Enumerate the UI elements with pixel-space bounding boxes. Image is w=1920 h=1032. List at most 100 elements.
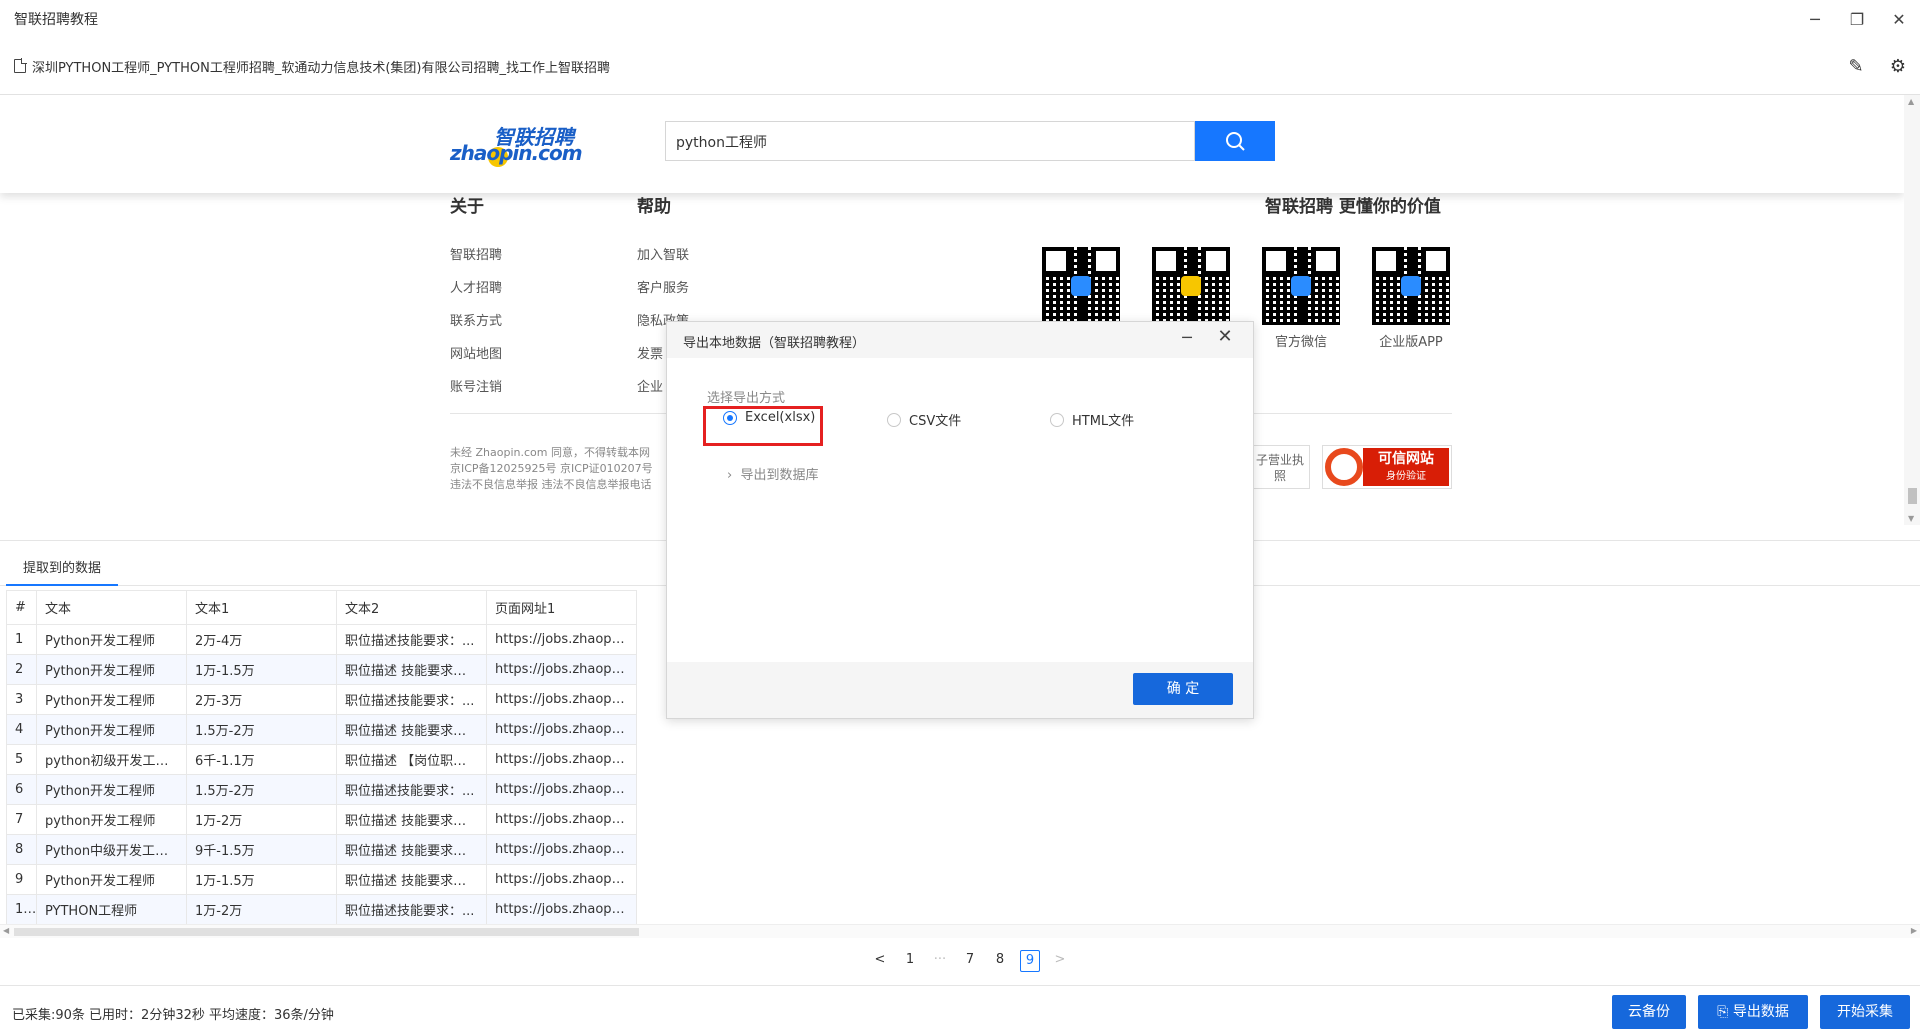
page-button[interactable]: 7 — [960, 950, 980, 972]
table-cell: 6 — [6, 774, 37, 805]
legal-text: 未经 Zhaopin.com 同意，不得转载本网 京ICP备12025925号 … — [450, 446, 653, 491]
page-button-current[interactable]: 9 — [1020, 950, 1040, 972]
horizontal-scrollbar[interactable]: ◀ ▶ — [0, 924, 1920, 938]
qr-caption: 企业版APP — [1379, 335, 1443, 350]
footer-link[interactable]: 智联招聘 — [450, 239, 502, 272]
edit-icon[interactable]: ✎ — [1844, 54, 1868, 78]
next-page-button[interactable]: > — [1050, 950, 1070, 972]
footer-link[interactable]: 网站地图 — [450, 338, 502, 371]
page-button[interactable]: 1 — [900, 950, 920, 972]
footer-about-title: 关于 — [450, 197, 484, 217]
table-row[interactable]: 5 python初级开发工程... 6千-1.1万 职位描述 【岗位职责... http… — [6, 744, 637, 775]
data-table: # 文本 文本1 文本2 页面网址1 1 Python开发工程师 2万-4万 职位描述… — [6, 590, 637, 925]
scroll-thumb[interactable] — [14, 928, 639, 936]
table-row[interactable]: 7 python开发工程师 1万-2万 职位描述 技能要求：... https://jo… — [6, 804, 637, 835]
footer-link[interactable]: 账号注销 — [450, 371, 502, 404]
table-row[interactable]: 3 Python开发工程师 2万-3万 职位描述技能要求：... https://job… — [6, 684, 637, 715]
table-row[interactable]: 9 Python开发工程师 1万-1.5万 职位描述 技能要求：... https://… — [6, 864, 637, 895]
table-cell: 职位描述技能要求：... — [336, 684, 487, 715]
table-cell: 职位描述 技能要求：... — [336, 864, 487, 895]
radio-icon[interactable] — [887, 412, 901, 427]
scroll-thumb[interactable] — [1908, 488, 1917, 504]
export-icon: ⎘ — [1717, 1004, 1733, 1020]
search-button[interactable] — [1195, 121, 1275, 161]
search-input[interactable]: python工程师 — [665, 121, 1195, 161]
page-button[interactable]: 8 — [990, 950, 1010, 972]
trust-badge[interactable]: 可信网站 身份验证 — [1322, 445, 1452, 489]
dialog-title: 导出本地数据（智联招聘教程） — [683, 336, 866, 351]
table-cell: python开发工程师 — [36, 804, 187, 835]
radio-icon[interactable] — [1050, 412, 1064, 427]
page-ellipsis[interactable]: ··· — [930, 950, 950, 972]
close-button[interactable]: ✕ — [1878, 0, 1920, 38]
table-cell: 职位描述 技能要求：... — [336, 654, 487, 685]
chevron-right-icon: › — [727, 468, 741, 483]
table-row[interactable]: 1 Python开发工程师 2万-4万 职位描述技能要求：... https://job… — [6, 624, 637, 655]
table-cell: Python开发工程师 — [36, 684, 187, 715]
minimize-button[interactable]: ─ — [1794, 0, 1836, 38]
footer-link[interactable]: 联系方式 — [450, 305, 502, 338]
table-row[interactable]: 10 PYTHON工程师 1万-2万 职位描述技能要求：... https://jobs… — [6, 894, 637, 925]
table-row[interactable]: 8 Python中级开发工程... 9千-1.5万 职位描述 技能要求：... http… — [6, 834, 637, 865]
table-cell: Python开发工程师 — [36, 714, 187, 745]
status-text: 已采集:90条 已用时：2分钟32秒 平均速度：36条/分钟 — [12, 1008, 334, 1023]
table-cell: 10 — [6, 894, 37, 925]
footer-link[interactable]: 人才招聘 — [450, 272, 502, 305]
table-cell: https://jobs.zhaopin.... — [486, 834, 637, 865]
table-cell: https://jobs.zhaopin.... — [486, 714, 637, 745]
site-slogan: 智联招聘 更懂你的价值 — [1265, 197, 1441, 217]
license-badge[interactable]: 子营业执照 — [1250, 445, 1310, 489]
footer-link[interactable]: 加入智联 — [637, 239, 689, 272]
table-cell: 3 — [6, 684, 37, 715]
table-cell: 2万-4万 — [186, 624, 337, 655]
qr-image — [1042, 247, 1120, 325]
table-cell: 1万-2万 — [186, 894, 337, 925]
tab-extracted-data[interactable]: 提取到的数据 — [6, 552, 118, 586]
vertical-scrollbar[interactable]: ▲ ▼ — [1904, 95, 1920, 525]
qr-caption: 官方微信 — [1274, 335, 1327, 350]
page-icon — [14, 58, 27, 73]
export-dialog: 导出本地数据（智联招聘教程） ─ ✕ 选择导出方式 Excel(xlsx) CS… — [666, 321, 1254, 719]
table-cell: 2万-3万 — [186, 684, 337, 715]
footer-link[interactable]: 客户服务 — [637, 272, 689, 305]
dialog-close-button[interactable]: ✕ — [1213, 326, 1237, 350]
radio-csv[interactable]: CSV文件 — [887, 410, 961, 429]
table-row[interactable]: 2 Python开发工程师 1万-1.5万 职位描述 技能要求：... https://… — [6, 654, 637, 685]
site-logo[interactable]: 智联招聘 zhaopin.com — [450, 125, 583, 169]
export-to-database-link[interactable]: › 导出到数据库 — [727, 464, 818, 483]
cloud-backup-button[interactable]: 云备份 — [1612, 995, 1686, 1029]
search-icon — [1226, 132, 1245, 151]
column-header[interactable]: 文本 — [36, 590, 187, 625]
table-cell: 1.5万-2万 — [186, 714, 337, 745]
table-cell: 职位描述技能要求：... — [336, 894, 487, 925]
radio-excel[interactable]: Excel(xlsx) — [723, 410, 815, 425]
dialog-header: 导出本地数据（智联招聘教程） ─ ✕ — [667, 322, 1253, 358]
radio-html[interactable]: HTML文件 — [1050, 410, 1134, 429]
column-header[interactable]: 页面网址1 — [486, 590, 637, 625]
table-cell: 2 — [6, 654, 37, 685]
table-cell: 9 — [6, 864, 37, 895]
table-cell: https://jobs.zhaopin.... — [486, 774, 637, 805]
table-row[interactable]: 4 Python开发工程师 1.5万-2万 职位描述 技能要求：... https://… — [6, 714, 637, 745]
divider — [0, 985, 1920, 986]
footer-help-title: 帮助 — [637, 197, 671, 217]
table-cell: https://jobs.zhaopin.... — [486, 744, 637, 775]
prev-page-button[interactable]: < — [870, 950, 890, 972]
dialog-minimize-button[interactable]: ─ — [1175, 328, 1199, 352]
table-cell: 9千-1.5万 — [186, 834, 337, 865]
export-data-button[interactable]: ⎘ 导出数据 — [1698, 995, 1808, 1029]
restore-button[interactable]: ❐ — [1836, 0, 1878, 38]
confirm-button[interactable]: 确 定 — [1133, 673, 1233, 705]
table-row[interactable]: 6 Python开发工程师 1.5万-2万 职位描述技能要求：... https://j… — [6, 774, 637, 805]
start-collect-button[interactable]: 开始采集 — [1820, 995, 1910, 1029]
dialog-footer: 确 定 — [667, 662, 1253, 718]
table-cell: https://jobs.zhaopin.... — [486, 864, 637, 895]
gear-icon[interactable]: ⚙ — [1886, 54, 1910, 78]
trust-logo-icon — [1325, 448, 1363, 486]
table-cell: 1万-1.5万 — [186, 864, 337, 895]
page-url[interactable]: 深圳PYTHON工程师_PYTHON工程师招聘_软通动力信息技术(集团)有限公司… — [32, 57, 610, 76]
column-header[interactable]: 文本2 — [336, 590, 487, 625]
column-header[interactable]: 文本1 — [186, 590, 337, 625]
radio-icon[interactable] — [723, 410, 737, 425]
column-header[interactable]: # — [6, 590, 37, 625]
